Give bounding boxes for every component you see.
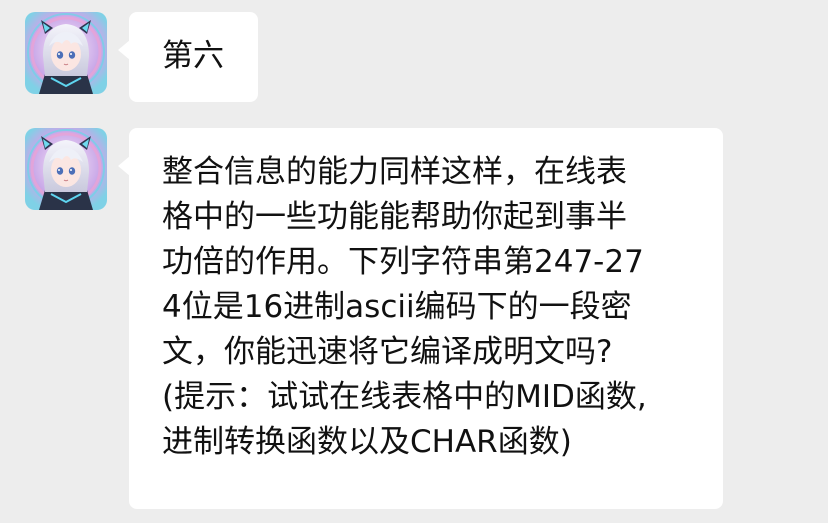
message-text-line: 4位是16进制ascii编码下的一段密 [162, 289, 632, 325]
message-text: 第六 [162, 38, 224, 74]
message-bubble[interactable]: 整合信息的能力同样这样，在线表 格中的一些功能能帮助你起到事半 功倍的作用。下列… [118, 128, 723, 509]
message-text-line: 进制转换函数以及CHAR函数) [162, 424, 572, 460]
message-text-line: 功倍的作用。下列字符串第247-27 [162, 244, 644, 280]
message-text-line: 整合信息的能力同样这样，在线表 [162, 154, 627, 190]
anime-robot-girl-avatar-icon [25, 12, 107, 94]
sender-avatar-icon[interactable] [25, 12, 107, 94]
message-text-line: 文，你能迅速将它编译成明文吗? [162, 334, 613, 370]
sender-avatar-icon[interactable] [25, 128, 107, 210]
message-text-line: (提示：试试在线表格中的MID函数, [162, 379, 647, 415]
message-bubble[interactable]: 第六 [118, 12, 258, 102]
chat-window: 第六 整合信息的能力同样这样，在线表 格中的一些功能能帮助你起到事半 功倍的作用… [0, 0, 828, 523]
anime-robot-girl-avatar-icon [25, 128, 107, 210]
message-text-line: 格中的一些功能能帮助你起到事半 [162, 199, 627, 235]
